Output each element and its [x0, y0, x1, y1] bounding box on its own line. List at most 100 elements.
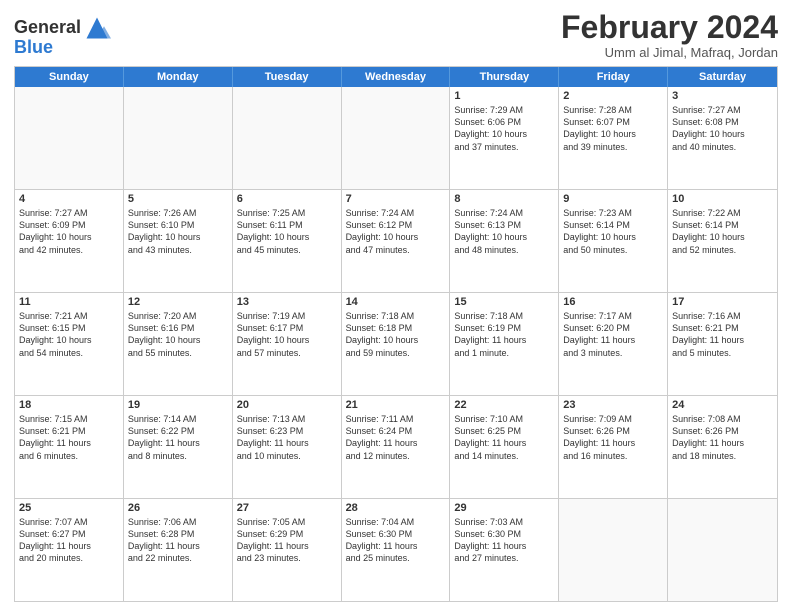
weekday-header: Wednesday	[342, 67, 451, 87]
calendar-cell	[15, 87, 124, 189]
calendar-cell: 19Sunrise: 7:14 AM Sunset: 6:22 PM Dayli…	[124, 396, 233, 498]
day-info: Sunrise: 7:26 AM Sunset: 6:10 PM Dayligh…	[128, 207, 228, 256]
calendar-row: 1 Sunrise: 7:29 AM Sunset: 6:06 PM Daylig…	[15, 87, 777, 189]
day-number: 13	[237, 296, 337, 308]
day-number: 10	[672, 193, 773, 205]
calendar-cell: 3 Sunrise: 7:27 AM Sunset: 6:08 PM Daylig…	[668, 87, 777, 189]
calendar-cell: 29 Sunrise: 7:03 AM Sunset: 6:30 PM Dayli…	[450, 499, 559, 601]
calendar-row: 25 Sunrise: 7:07 AM Sunset: 6:27 PM Dayli…	[15, 498, 777, 601]
day-number: 21	[346, 399, 446, 411]
day-info: Sunrise: 7:14 AM Sunset: 6:22 PM Dayligh…	[128, 413, 228, 462]
calendar-cell	[124, 87, 233, 189]
calendar-cell: 17 Sunrise: 7:16 AM Sunset: 6:21 PM Dayli…	[668, 293, 777, 395]
calendar-row: 11 Sunrise: 7:21 AM Sunset: 6:15 PM Dayli…	[15, 292, 777, 395]
day-info: Sunrise: 7:27 AM Sunset: 6:09 PM Dayligh…	[19, 207, 119, 256]
calendar-row: 18 Sunrise: 7:15 AM Sunset: 6:21 PM Dayli…	[15, 395, 777, 498]
calendar-cell: 2 Sunrise: 7:28 AM Sunset: 6:07 PM Daylig…	[559, 87, 668, 189]
day-number: 25	[19, 502, 119, 514]
day-info: Sunrise: 7:22 AM Sunset: 6:14 PM Dayligh…	[672, 207, 773, 256]
calendar-cell: 28Sunrise: 7:04 AM Sunset: 6:30 PM Dayli…	[342, 499, 451, 601]
day-info: Sunrise: 7:18 AM Sunset: 6:18 PM Dayligh…	[346, 310, 446, 359]
month-title: February 2024	[561, 10, 778, 45]
day-number: 14	[346, 296, 446, 308]
calendar-cell: 7 Sunrise: 7:24 AM Sunset: 6:12 PM Daylig…	[342, 190, 451, 292]
day-number: 15	[454, 296, 554, 308]
day-info: Sunrise: 7:13 AM Sunset: 6:23 PM Dayligh…	[237, 413, 337, 462]
calendar-cell: 22 Sunrise: 7:10 AM Sunset: 6:25 PM Dayli…	[450, 396, 559, 498]
weekday-header: Thursday	[450, 67, 559, 87]
logo-text: General	[14, 18, 81, 38]
calendar-cell: 15 Sunrise: 7:18 AM Sunset: 6:19 PM Dayli…	[450, 293, 559, 395]
day-info: Sunrise: 7:15 AM Sunset: 6:21 PM Dayligh…	[19, 413, 119, 462]
calendar-cell: 10 Sunrise: 7:22 AM Sunset: 6:14 PM Dayli…	[668, 190, 777, 292]
day-number: 3	[672, 90, 773, 102]
calendar-cell: 18 Sunrise: 7:15 AM Sunset: 6:21 PM Dayli…	[15, 396, 124, 498]
title-block: February 2024 Umm al Jimal, Mafraq, Jord…	[561, 10, 778, 60]
day-number: 9	[563, 193, 663, 205]
calendar-cell: 5 Sunrise: 7:26 AM Sunset: 6:10 PM Daylig…	[124, 190, 233, 292]
calendar-cell	[559, 499, 668, 601]
calendar-header: SundayMondayTuesdayWednesdayThursdayFrid…	[15, 67, 777, 87]
calendar-page: General Blue February 2024 Umm al Jimal,…	[0, 0, 792, 612]
day-number: 23	[563, 399, 663, 411]
day-info: Sunrise: 7:10 AM Sunset: 6:25 PM Dayligh…	[454, 413, 554, 462]
calendar-cell	[342, 87, 451, 189]
day-info: Sunrise: 7:18 AM Sunset: 6:19 PM Dayligh…	[454, 310, 554, 359]
day-info: Sunrise: 7:07 AM Sunset: 6:27 PM Dayligh…	[19, 516, 119, 565]
calendar-cell: 24 Sunrise: 7:08 AM Sunset: 6:26 PM Dayli…	[668, 396, 777, 498]
logo-blue-text: Blue	[14, 38, 53, 58]
day-number: 27	[237, 502, 337, 514]
day-number: 4	[19, 193, 119, 205]
calendar-body: 1 Sunrise: 7:29 AM Sunset: 6:06 PM Daylig…	[15, 87, 777, 601]
day-info: Sunrise: 7:16 AM Sunset: 6:21 PM Dayligh…	[672, 310, 773, 359]
calendar-cell	[233, 87, 342, 189]
day-info: Sunrise: 7:08 AM Sunset: 6:26 PM Dayligh…	[672, 413, 773, 462]
day-info: Sunrise: 7:06 AM Sunset: 6:28 PM Dayligh…	[128, 516, 228, 565]
day-info: Sunrise: 7:17 AM Sunset: 6:20 PM Dayligh…	[563, 310, 663, 359]
day-info: Sunrise: 7:28 AM Sunset: 6:07 PM Dayligh…	[563, 104, 663, 153]
calendar-cell: 26 Sunrise: 7:06 AM Sunset: 6:28 PM Dayli…	[124, 499, 233, 601]
day-number: 6	[237, 193, 337, 205]
weekday-header: Sunday	[15, 67, 124, 87]
calendar-cell: 6 Sunrise: 7:25 AM Sunset: 6:11 PM Daylig…	[233, 190, 342, 292]
day-number: 16	[563, 296, 663, 308]
day-info: Sunrise: 7:11 AM Sunset: 6:24 PM Dayligh…	[346, 413, 446, 462]
calendar-cell: 11 Sunrise: 7:21 AM Sunset: 6:15 PM Dayli…	[15, 293, 124, 395]
calendar-cell: 23 Sunrise: 7:09 AM Sunset: 6:26 PM Dayli…	[559, 396, 668, 498]
weekday-header: Tuesday	[233, 67, 342, 87]
day-info: Sunrise: 7:21 AM Sunset: 6:15 PM Dayligh…	[19, 310, 119, 359]
day-info: Sunrise: 7:27 AM Sunset: 6:08 PM Dayligh…	[672, 104, 773, 153]
logo: General Blue	[14, 14, 111, 58]
day-number: 7	[346, 193, 446, 205]
weekday-header: Friday	[559, 67, 668, 87]
calendar-cell: 20Sunrise: 7:13 AM Sunset: 6:23 PM Dayli…	[233, 396, 342, 498]
header: General Blue February 2024 Umm al Jimal,…	[14, 10, 778, 60]
day-info: Sunrise: 7:24 AM Sunset: 6:12 PM Dayligh…	[346, 207, 446, 256]
calendar-cell: 13Sunrise: 7:19 AM Sunset: 6:17 PM Dayli…	[233, 293, 342, 395]
day-number: 11	[19, 296, 119, 308]
day-info: Sunrise: 7:25 AM Sunset: 6:11 PM Dayligh…	[237, 207, 337, 256]
day-number: 24	[672, 399, 773, 411]
day-number: 2	[563, 90, 663, 102]
day-number: 12	[128, 296, 228, 308]
calendar-cell: 1 Sunrise: 7:29 AM Sunset: 6:06 PM Daylig…	[450, 87, 559, 189]
day-info: Sunrise: 7:03 AM Sunset: 6:30 PM Dayligh…	[454, 516, 554, 565]
day-info: Sunrise: 7:29 AM Sunset: 6:06 PM Dayligh…	[454, 104, 554, 153]
day-number: 29	[454, 502, 554, 514]
weekday-header: Monday	[124, 67, 233, 87]
day-number: 22	[454, 399, 554, 411]
day-number: 18	[19, 399, 119, 411]
day-info: Sunrise: 7:09 AM Sunset: 6:26 PM Dayligh…	[563, 413, 663, 462]
calendar-cell: 4 Sunrise: 7:27 AM Sunset: 6:09 PM Daylig…	[15, 190, 124, 292]
day-info: Sunrise: 7:04 AM Sunset: 6:30 PM Dayligh…	[346, 516, 446, 565]
calendar-cell: 12Sunrise: 7:20 AM Sunset: 6:16 PM Dayli…	[124, 293, 233, 395]
calendar-cell	[668, 499, 777, 601]
calendar-cell: 8Sunrise: 7:24 AM Sunset: 6:13 PM Daylig…	[450, 190, 559, 292]
day-number: 5	[128, 193, 228, 205]
calendar-cell: 16 Sunrise: 7:17 AM Sunset: 6:20 PM Dayli…	[559, 293, 668, 395]
calendar: SundayMondayTuesdayWednesdayThursdayFrid…	[14, 66, 778, 602]
day-number: 26	[128, 502, 228, 514]
day-number: 1	[454, 90, 554, 102]
day-number: 8	[454, 193, 554, 205]
day-number: 17	[672, 296, 773, 308]
